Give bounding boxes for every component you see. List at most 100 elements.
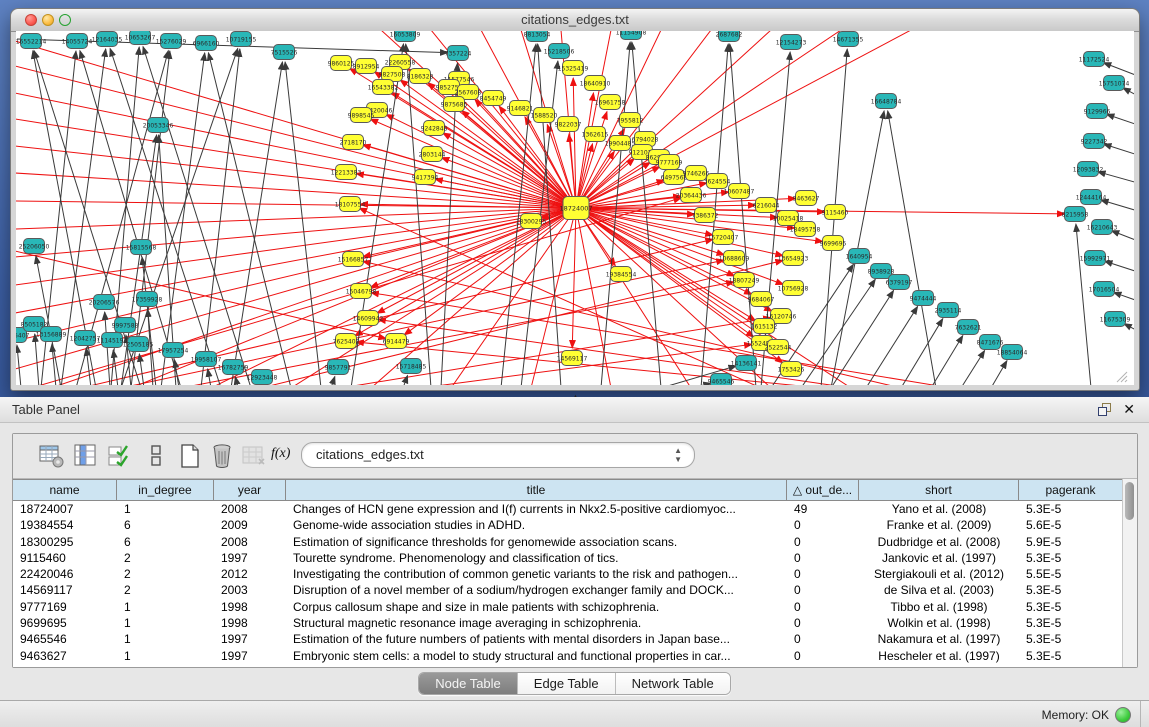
- table-cell[interactable]: 1: [117, 631, 214, 647]
- network-view-window[interactable]: citations_edges.txt 16552214140557241216…: [10, 8, 1140, 391]
- table-cell[interactable]: 0: [787, 599, 859, 615]
- table-cell[interactable]: 5.3E-5: [1019, 501, 1123, 517]
- table-cell[interactable]: 0: [787, 582, 859, 598]
- table-cell[interactable]: Tibbo et al. (1998): [859, 599, 1019, 615]
- table-row[interactable]: 1872400712008Changes of HCN gene express…: [13, 501, 1123, 517]
- close-panel-icon[interactable]: ✕: [1123, 401, 1135, 418]
- column-header[interactable]: in_degree: [117, 479, 214, 500]
- network-canvas[interactable]: 1655221414055724121640351065326715276029…: [16, 31, 1134, 385]
- table-row[interactable]: 977716911998Corpus callosum shape and si…: [13, 599, 1123, 615]
- float-panel-icon[interactable]: [1098, 403, 1111, 416]
- table-settings-icon[interactable]: [39, 443, 65, 469]
- tab-network-table[interactable]: Network Table: [616, 673, 730, 694]
- table-cell[interactable]: 9115460: [13, 550, 117, 566]
- table-cell[interactable]: 2008: [214, 501, 286, 517]
- table-row[interactable]: 946554611997Estimation of the future num…: [13, 631, 1123, 647]
- table-cell[interactable]: Stergiakouli et al. (2012): [859, 566, 1019, 582]
- table-cell[interactable]: 2009: [214, 517, 286, 533]
- table-cell[interactable]: 9463627: [13, 648, 117, 664]
- table-cell[interactable]: 2: [117, 550, 214, 566]
- table-cell[interactable]: 9777169: [13, 599, 117, 615]
- function-builder-icon[interactable]: f(x): [271, 446, 297, 472]
- table-cell[interactable]: Estimation of the future numbers of pati…: [286, 631, 787, 647]
- table-cell[interactable]: 0: [787, 631, 859, 647]
- table-scrollbar[interactable]: [1122, 479, 1137, 667]
- column-header[interactable]: title: [286, 479, 787, 500]
- table-cell[interactable]: 5.6E-5: [1019, 517, 1123, 533]
- combobox-stepper-icon[interactable]: ▲▼: [674, 446, 682, 464]
- table-cell[interactable]: 1: [117, 615, 214, 631]
- tab-edge-table[interactable]: Edge Table: [518, 673, 616, 694]
- table-cell[interactable]: 1: [117, 599, 214, 615]
- table-cell[interactable]: 1997: [214, 550, 286, 566]
- table-cell[interactable]: 5.9E-5: [1019, 534, 1123, 550]
- table-cell[interactable]: Hescheler et al. (1997): [859, 648, 1019, 664]
- table-cell[interactable]: 1998: [214, 615, 286, 631]
- window-titlebar[interactable]: citations_edges.txt: [11, 9, 1139, 32]
- table-cell[interactable]: 1997: [214, 648, 286, 664]
- table-cell[interactable]: 9465546: [13, 631, 117, 647]
- table-cell[interactable]: 6: [117, 534, 214, 550]
- table-cell[interactable]: Estimation of significance thresholds fo…: [286, 534, 787, 550]
- table-cell[interactable]: 22420046: [13, 566, 117, 582]
- table-cell[interactable]: Investigating the contribution of common…: [286, 566, 787, 582]
- table-cell[interactable]: 2008: [214, 534, 286, 550]
- table-cell[interactable]: 18300295: [13, 534, 117, 550]
- select-all-rows-icon[interactable]: [107, 443, 133, 469]
- table-cell[interactable]: 2: [117, 582, 214, 598]
- table-cell[interactable]: 9699695: [13, 615, 117, 631]
- table-cell[interactable]: Genome-wide association studies in ADHD.: [286, 517, 787, 533]
- table-cell[interactable]: 5.3E-5: [1019, 648, 1123, 664]
- network-table-selector[interactable]: citations_edges.txt ▲▼: [301, 442, 695, 468]
- table-cell[interactable]: 0: [787, 517, 859, 533]
- table-row[interactable]: 1938455462009Genome-wide association stu…: [13, 517, 1123, 533]
- delete-table-icon[interactable]: [209, 443, 235, 469]
- table-cell[interactable]: de Silva et al. (2003): [859, 582, 1019, 598]
- table-cell[interactable]: Jankovic et al. (1997): [859, 550, 1019, 566]
- column-header[interactable]: △ out_de...: [787, 479, 859, 500]
- new-table-icon[interactable]: [177, 443, 203, 469]
- table-row[interactable]: 2242004622012Investigating the contribut…: [13, 566, 1123, 582]
- column-header[interactable]: pagerank: [1019, 479, 1123, 500]
- table-columns-icon[interactable]: [73, 443, 99, 469]
- column-header[interactable]: year: [214, 479, 286, 500]
- table-row[interactable]: 911546021997Tourette syndrome. Phenomeno…: [13, 550, 1123, 566]
- table-cell[interactable]: 2003: [214, 582, 286, 598]
- row-height-icon[interactable]: [143, 443, 169, 469]
- table-cell[interactable]: Dudbridge et al. (2008): [859, 534, 1019, 550]
- table-cell[interactable]: Embryonic stem cells: a model to study s…: [286, 648, 787, 664]
- table-row[interactable]: 946362711997Embryonic stem cells: a mode…: [13, 648, 1123, 664]
- table-cell[interactable]: Changes of HCN gene expression and I(f) …: [286, 501, 787, 517]
- table-row[interactable]: 1456911722003Disruption of a novel membe…: [13, 582, 1123, 598]
- table-cell[interactable]: 5.5E-5: [1019, 566, 1123, 582]
- network-graph[interactable]: 1655221414055724121640351065326715276029…: [16, 31, 1134, 385]
- table-cell[interactable]: 0: [787, 550, 859, 566]
- table-row[interactable]: 969969511998Structural magnetic resonanc…: [13, 615, 1123, 631]
- tab-node-table[interactable]: Node Table: [419, 673, 518, 694]
- table-cell[interactable]: Disruption of a novel member of a sodium…: [286, 582, 787, 598]
- window-resize-grip[interactable]: [1115, 370, 1128, 383]
- table-cell[interactable]: 5.3E-5: [1019, 599, 1123, 615]
- table-cell[interactable]: 0: [787, 615, 859, 631]
- table-cell[interactable]: 5.3E-5: [1019, 550, 1123, 566]
- table-cell[interactable]: Franke et al. (2009): [859, 517, 1019, 533]
- table-cell[interactable]: 1: [117, 648, 214, 664]
- table-cell[interactable]: Tourette syndrome. Phenomenology and cla…: [286, 550, 787, 566]
- table-cell[interactable]: 5.3E-5: [1019, 615, 1123, 631]
- table-cell[interactable]: Structural magnetic resonance image aver…: [286, 615, 787, 631]
- table-cell[interactable]: 19384554: [13, 517, 117, 533]
- table-cell[interactable]: 1998: [214, 599, 286, 615]
- table-cell[interactable]: Nakamura et al. (1997): [859, 631, 1019, 647]
- table-cell[interactable]: 2: [117, 566, 214, 582]
- column-header[interactable]: name: [13, 479, 117, 500]
- table-cell[interactable]: 0: [787, 534, 859, 550]
- table-cell[interactable]: 5.3E-5: [1019, 631, 1123, 647]
- table-cell[interactable]: 6: [117, 517, 214, 533]
- table-cell[interactable]: Wolkin et al. (1998): [859, 615, 1019, 631]
- column-header[interactable]: short: [859, 479, 1019, 500]
- table-cell[interactable]: 0: [787, 566, 859, 582]
- table-scrollbar-thumb[interactable]: [1125, 482, 1134, 520]
- table-cell[interactable]: 49: [787, 501, 859, 517]
- table-row[interactable]: 1830029562008Estimation of significance …: [13, 534, 1123, 550]
- table-cell[interactable]: 0: [787, 648, 859, 664]
